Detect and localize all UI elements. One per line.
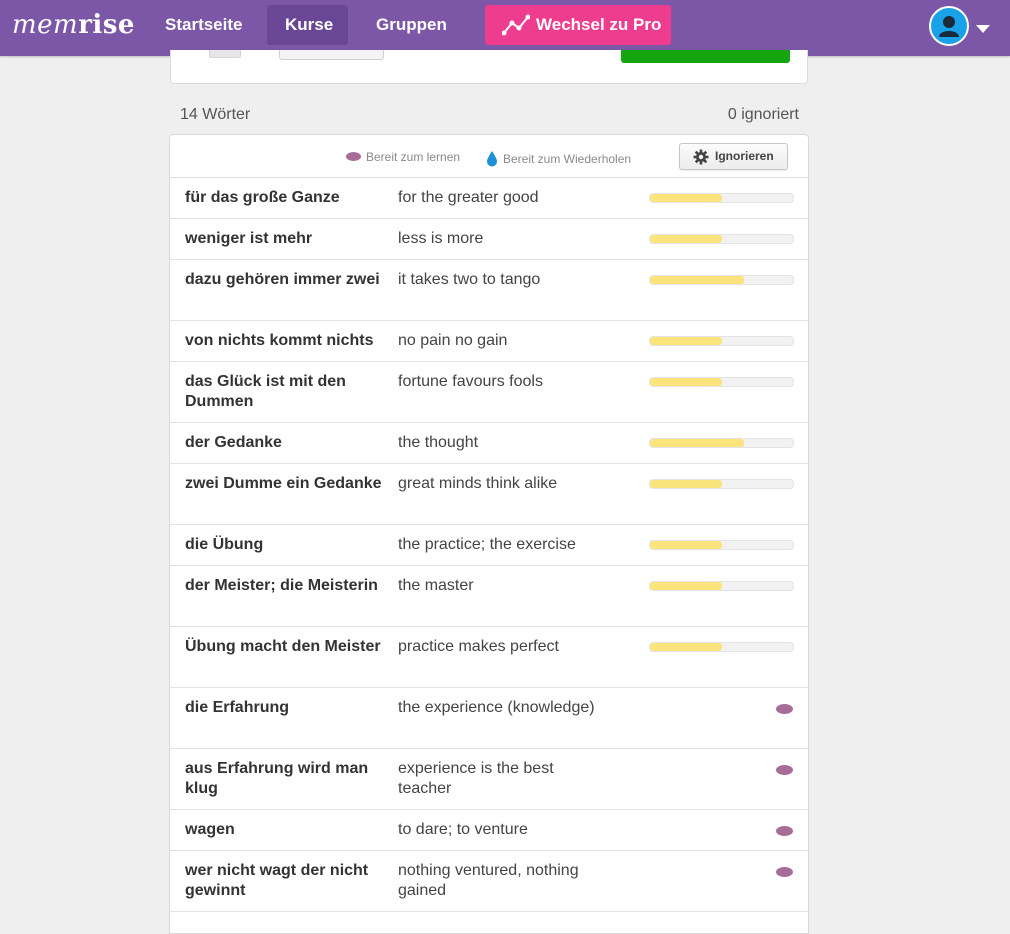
user-silhouette-icon — [939, 16, 959, 37]
word-front: das Glück ist mit den Dummen — [185, 373, 346, 410]
word-front: wer nicht wagt der nicht gewinnt — [185, 862, 369, 899]
word-front: der Gedanke — [185, 434, 282, 451]
word-row[interactable]: zwei Dumme ein Gedanke great minds think … — [170, 464, 808, 525]
seed-icon — [776, 826, 793, 836]
word-back: less is more — [398, 230, 484, 247]
word-list-card: Bereit zum lernen Bereit zum Wiederholen — [169, 134, 809, 934]
upgrade-pro-button[interactable]: Wechsel zu Pro — [485, 5, 671, 45]
legend-ready-to-learn: Bereit zum lernen — [346, 150, 460, 164]
word-progress-fill — [650, 378, 722, 386]
header-primary-button[interactable] — [621, 50, 790, 63]
upgrade-pro-label: Wechsel zu Pro — [536, 15, 662, 34]
gear-icon — [693, 149, 709, 165]
word-progress-bar — [649, 234, 794, 244]
legend-learn-label: Bereit zum lernen — [366, 150, 461, 164]
word-row[interactable]: aus Erfahrung wird man klug experience is… — [170, 749, 808, 810]
word-back: it takes two to tango — [398, 271, 541, 288]
word-row[interactable]: wagen to dare; to venture — [170, 810, 808, 851]
header-small-control[interactable] — [209, 50, 241, 58]
word-progress-fill — [650, 276, 745, 284]
word-progress-fill — [650, 643, 722, 651]
word-progress-bar — [649, 581, 794, 591]
ignored-count: 0 ignoriert — [727, 106, 799, 123]
word-row[interactable]: das Glück ist mit den Dummen fortune favo… — [170, 362, 808, 423]
word-front: die Übung — [185, 536, 264, 553]
word-progress-fill — [650, 439, 745, 447]
word-front: von nichts kommt nichts — [185, 332, 374, 349]
word-front: zwei Dumme ein Gedanke — [185, 475, 382, 492]
word-back: practice makes perfect — [398, 638, 559, 655]
word-front: für das große Ganze — [185, 189, 340, 206]
ignore-button[interactable]: Ignorieren — [679, 143, 788, 170]
word-progress-bar — [649, 540, 794, 550]
word-row[interactable]: die Übung the practice; the exercise — [170, 525, 808, 566]
word-row[interactable]: weniger ist mehr less is more — [170, 219, 808, 260]
header-secondary-button[interactable] — [279, 50, 384, 60]
logo-part-mem: mem — [12, 10, 79, 40]
legend-ready-to-review: Bereit zum Wiederholen — [486, 150, 631, 167]
word-count: 14 Wörter — [180, 106, 251, 123]
word-row[interactable]: für das große Ganze for the greater good — [170, 178, 808, 219]
word-row[interactable]: die Erfahrung the experience (knowledge) — [170, 688, 808, 749]
nav-courses[interactable]: Kurse — [267, 5, 348, 45]
seed-icon — [346, 152, 361, 161]
word-front: die Erfahrung — [185, 699, 290, 716]
word-progress-bar — [649, 438, 794, 448]
word-row[interactable]: der Meister; die Meisterin the master — [170, 566, 808, 627]
word-back: fortune favours fools — [398, 373, 543, 390]
word-row[interactable]: der Gedanke the thought — [170, 423, 808, 464]
word-back: the practice; the exercise — [398, 536, 576, 553]
word-row[interactable]: von nichts kommt nichts no pain no gain — [170, 321, 808, 362]
word-row[interactable]: dazu gehören immer zwei it takes two to t… — [170, 260, 808, 321]
trend-graph-icon — [502, 14, 530, 36]
seed-icon — [776, 867, 793, 877]
word-progress-bar — [649, 377, 794, 387]
word-front: weniger ist mehr — [185, 230, 313, 247]
word-progress-fill — [650, 582, 722, 590]
word-rows: für das große Ganze for the greater good w… — [170, 178, 808, 912]
word-progress-fill — [650, 235, 722, 243]
word-front: der Meister; die Meisterin — [185, 577, 378, 594]
seed-icon — [776, 765, 793, 775]
word-front: Übung macht den Meister — [185, 638, 381, 655]
seed-icon — [776, 704, 793, 714]
word-back: nothing ventured, nothing gained — [398, 862, 579, 899]
logo-part-rise: rise — [78, 10, 135, 40]
word-back: the master — [398, 577, 474, 594]
top-navbar: memrise Startseite Kurse Gruppen Wechsel… — [0, 0, 1010, 56]
word-front: wagen — [185, 821, 235, 838]
word-back: no pain no gain — [398, 332, 508, 349]
word-back: the experience (knowledge) — [398, 699, 595, 716]
word-progress-fill — [650, 194, 722, 202]
water-drop-icon — [487, 151, 497, 167]
user-avatar[interactable] — [929, 6, 969, 46]
word-row[interactable]: Übung macht den Meister practice makes pe… — [170, 627, 808, 688]
ignore-button-label: Ignorieren — [715, 149, 774, 163]
word-row[interactable]: wer nicht wagt der nicht gewinnt nothing … — [170, 851, 808, 912]
legend-review-label: Bereit zum Wiederholen — [503, 152, 632, 166]
word-back: great minds think alike — [398, 475, 558, 492]
word-front: aus Erfahrung wird man klug — [185, 760, 369, 797]
word-progress-bar — [649, 275, 794, 285]
word-progress-bar — [649, 479, 794, 489]
memrise-logo[interactable]: memrise — [12, 10, 135, 40]
word-back: experience is the best teacher — [398, 760, 554, 797]
word-progress-bar — [649, 336, 794, 346]
word-progress-bar — [649, 193, 794, 203]
word-back: for the greater good — [398, 189, 539, 206]
nav-groups[interactable]: Gruppen — [358, 5, 465, 45]
nav-home[interactable]: Startseite — [147, 5, 260, 45]
word-back: to dare; to venture — [398, 821, 528, 838]
user-menu-caret-icon[interactable] — [976, 25, 990, 33]
word-back: the thought — [398, 434, 479, 451]
word-progress-fill — [650, 541, 722, 549]
word-progress-bar — [649, 642, 794, 652]
word-progress-fill — [650, 337, 722, 345]
word-front: dazu gehören immer zwei — [185, 271, 380, 288]
word-progress-fill — [650, 480, 722, 488]
course-header-card — [170, 50, 808, 84]
word-list-legend: Bereit zum lernen Bereit zum Wiederholen — [170, 135, 808, 178]
